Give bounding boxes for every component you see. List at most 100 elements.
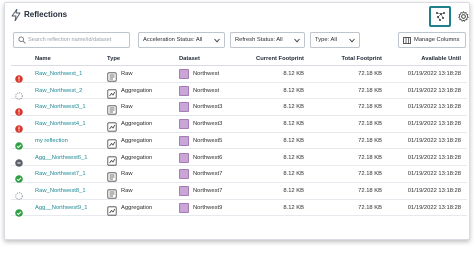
reflection-name-link[interactable]: Raw_Northwest_2 bbox=[35, 88, 82, 94]
dataset-name: Northwest3 bbox=[193, 121, 223, 128]
current-footprint: 8.12 KB bbox=[283, 121, 304, 128]
search-box[interactable] bbox=[13, 32, 130, 48]
column-header-total-footprint[interactable]: Total Footprint bbox=[342, 56, 382, 62]
reflection-name-link[interactable]: my reflection bbox=[35, 138, 68, 144]
reflection-type: Aggregation bbox=[121, 87, 153, 94]
table-row[interactable]: Raw_Northwest_2 Aggregation Northwest 8.… bbox=[11, 83, 467, 100]
dataset-icon bbox=[179, 202, 189, 213]
aggregation-type-icon bbox=[107, 136, 117, 149]
available-until: 01/19/2022 13:18:28 bbox=[407, 187, 461, 194]
available-until: 01/19/2022 13:18:28 bbox=[407, 71, 461, 77]
dataset-icon bbox=[179, 85, 189, 96]
status-icon bbox=[15, 204, 23, 217]
aggregation-type-icon bbox=[107, 119, 117, 132]
status-icon bbox=[15, 170, 23, 183]
graph-view-button[interactable] bbox=[429, 6, 451, 27]
reflection-name-link[interactable]: Raw_Northwest3_1 bbox=[35, 104, 86, 110]
dataset-icon bbox=[179, 135, 189, 146]
current-footprint: 8.12 KB bbox=[283, 204, 304, 211]
columns-icon bbox=[403, 36, 411, 44]
dataset-icon bbox=[179, 185, 189, 196]
column-header-current-footprint[interactable]: Current Footprint bbox=[256, 56, 304, 62]
settings-button[interactable] bbox=[452, 6, 474, 27]
acceleration-status-dropdown[interactable]: Acceleration Status: All bbox=[138, 32, 225, 48]
current-footprint: 8.12 KB bbox=[283, 171, 304, 178]
reflection-type: Raw bbox=[121, 104, 133, 111]
raw-type-icon bbox=[107, 69, 117, 82]
table-row[interactable]: Raw_Northwest8_1 Raw Northwest7 8.12 KB … bbox=[11, 183, 467, 200]
table-row[interactable]: Agg__Northwest9_1 Aggregation Northwest9… bbox=[11, 200, 467, 217]
column-header-name[interactable]: Name bbox=[35, 56, 51, 62]
dataset-name: Northwest7 bbox=[193, 171, 223, 178]
column-header-dataset[interactable]: Dataset bbox=[179, 56, 200, 62]
column-header-type[interactable]: Type bbox=[107, 56, 120, 62]
table-row[interactable]: Raw_Northwest_1 Raw Northwest 8.12 KB 72… bbox=[11, 66, 467, 83]
available-until: 01/19/2022 13:18:28 bbox=[407, 204, 461, 211]
current-footprint: 8.12 KB bbox=[283, 137, 304, 144]
available-until: 01/19/2022 13:18:28 bbox=[407, 171, 461, 178]
acceleration-status-label: Acceleration Status: All bbox=[143, 37, 203, 43]
reflection-name-link[interactable]: Raw_Northwest_1 bbox=[35, 71, 82, 77]
current-footprint: 8.12 KB bbox=[283, 104, 304, 111]
column-header-available-until[interactable]: Available Until bbox=[421, 56, 461, 62]
manage-columns-button[interactable]: Manage Columns bbox=[398, 32, 466, 48]
dataset-icon bbox=[179, 69, 189, 79]
total-footprint: 72.18 KB bbox=[358, 104, 382, 111]
available-until: 01/19/2022 13:18:28 bbox=[407, 87, 461, 94]
panel-header: Reflections bbox=[5, 3, 469, 27]
search-input[interactable] bbox=[28, 34, 128, 46]
dataset-icon bbox=[179, 102, 189, 113]
available-until: 01/19/2022 13:18:28 bbox=[407, 154, 461, 161]
chevron-down-icon bbox=[294, 38, 300, 43]
manage-columns-label: Manage Columns bbox=[414, 37, 460, 43]
total-footprint: 72.18 KB bbox=[358, 121, 382, 128]
total-footprint: 72.18 KB bbox=[358, 154, 382, 161]
current-footprint: 8.12 KB bbox=[283, 71, 304, 77]
dataset-name: Northwest3 bbox=[193, 104, 223, 111]
reflection-name-link[interactable]: Raw_Northwest8_1 bbox=[35, 188, 86, 194]
table-row[interactable]: Raw_Northwest7_1 Raw Northwest7 8.12 KB … bbox=[11, 166, 467, 183]
dataset-name: Northwest bbox=[193, 71, 220, 77]
status-icon bbox=[15, 120, 23, 133]
page-title: Reflections bbox=[24, 10, 68, 19]
type-dropdown[interactable]: Type: All bbox=[310, 32, 360, 48]
dataset-icon bbox=[179, 119, 189, 130]
total-footprint: 72.18 KB bbox=[358, 204, 382, 211]
current-footprint: 8.12 KB bbox=[283, 154, 304, 161]
dataset-icon bbox=[179, 169, 189, 180]
reflection-name-link[interactable]: Agg__Northwest6_1 bbox=[35, 155, 88, 161]
status-icon bbox=[15, 103, 23, 117]
available-until: 01/19/2022 13:18:28 bbox=[407, 121, 461, 128]
available-until: 01/19/2022 13:18:28 bbox=[407, 137, 461, 144]
current-footprint: 8.12 KB bbox=[283, 187, 304, 194]
status-icon bbox=[15, 70, 23, 83]
status-icon bbox=[15, 154, 23, 167]
table-row[interactable]: Raw_Northwest3_1 Raw Northwest3 8.12 KB … bbox=[11, 99, 467, 117]
table-row[interactable]: Raw_Northwest4_1 Aggregation Northwest3 … bbox=[11, 116, 467, 133]
refresh-status-dropdown[interactable]: Refresh Status: All bbox=[230, 32, 305, 48]
chevron-down-icon bbox=[214, 38, 220, 43]
dataset-name: Northwest9 bbox=[193, 204, 223, 211]
reflection-name-link[interactable]: Raw_Northwest4_1 bbox=[35, 121, 86, 127]
search-icon bbox=[18, 36, 26, 44]
aggregation-type-icon bbox=[107, 153, 117, 166]
total-footprint: 72.18 KB bbox=[358, 87, 382, 94]
status-icon bbox=[15, 137, 23, 150]
dataset-name: Northwest bbox=[193, 87, 220, 94]
reflection-name-link[interactable]: Agg__Northwest9_1 bbox=[35, 205, 88, 211]
reflection-type: Raw bbox=[121, 171, 133, 178]
refresh-status-label: Refresh Status: All bbox=[235, 37, 283, 43]
type-filter-label: Type: All bbox=[315, 37, 337, 43]
table-row[interactable]: my reflection Aggregation Northwest5 8.1… bbox=[11, 133, 467, 150]
dataset-name: Northwest5 bbox=[193, 137, 223, 144]
table-row[interactable]: Agg__Northwest6_1 Aggregation Northwest6… bbox=[11, 150, 467, 167]
current-footprint: 8.12 KB bbox=[283, 87, 304, 94]
total-footprint: 72.18 KB bbox=[358, 137, 382, 144]
chevron-down-icon bbox=[349, 38, 355, 43]
status-icon bbox=[15, 187, 23, 200]
available-until: 01/19/2022 13:18:28 bbox=[407, 104, 461, 111]
table-header: Name Type Dataset Current Footprint Tota… bbox=[11, 53, 467, 66]
reflection-name-link[interactable]: Raw_Northwest7_1 bbox=[35, 171, 86, 177]
graph-icon bbox=[435, 12, 445, 21]
reflections-panel: Reflections Search reflection name/id/da… bbox=[4, 2, 470, 240]
